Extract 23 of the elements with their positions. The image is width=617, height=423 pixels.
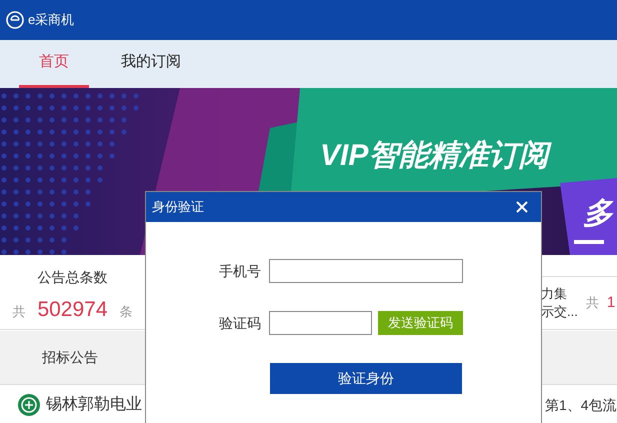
notice-title: 锡林郭勒电业 [46,394,142,415]
stat-text: 示交... [541,303,578,321]
app-logo-icon [6,11,24,29]
input-field[interactable] [269,259,463,283]
stat-count: 502974 [37,297,108,323]
notice-title: 第1、4包流 [545,396,617,414]
stat-text: 力集 [541,285,568,303]
banner-text: 多 [583,196,613,232]
stat-prefix: 共 [586,294,599,312]
nav-tab[interactable]: 我的订阅 [101,40,201,88]
input-field[interactable] [269,311,372,335]
dialog-title: 身份验证 [152,198,204,216]
section-tab[interactable]: 招标公告 [0,347,140,368]
stat-title: 公告总条数 [38,268,108,287]
stat-count: 1 [606,292,616,313]
close-button[interactable] [514,199,530,215]
window-title: e采商机 [28,11,74,30]
field-label: 手机号 [219,262,262,280]
submit-button[interactable]: 验证身份 [270,363,462,394]
notice-logo-icon [17,393,41,417]
stat-suffix: 条 [120,303,133,321]
field-label: 验证码 [219,314,262,332]
stat-prefix: 共 [12,303,26,321]
